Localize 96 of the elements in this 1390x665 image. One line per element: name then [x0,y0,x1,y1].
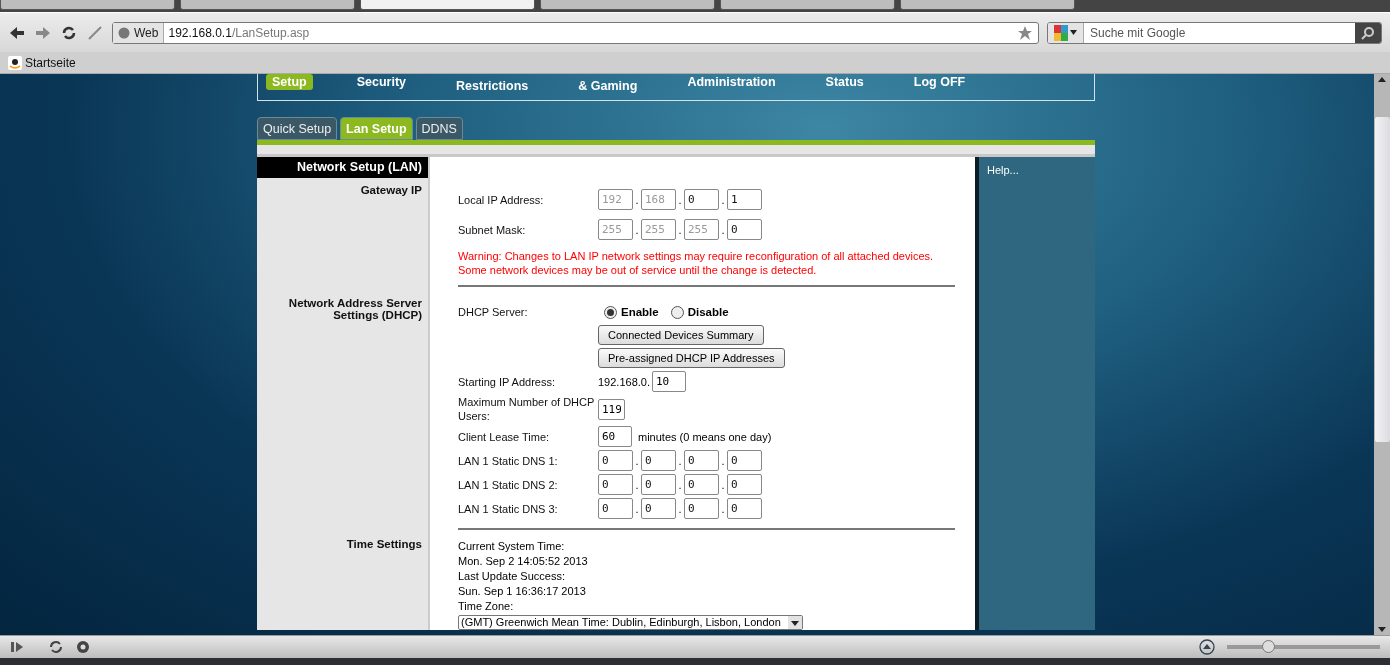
router-nav-item[interactable]: Status [819,74,870,90]
dot-separator: . [677,223,683,236]
field-label: LAN 1 Static DNS 1: [458,453,559,468]
ip-octet-field[interactable]: 0 [727,474,762,495]
dot-separator: . [720,502,726,515]
bookmark-icon [8,55,22,70]
router-nav-item[interactable]: Restrictions [450,78,535,94]
field-label: DHCP Server: [458,305,529,319]
ip-octet-field[interactable]: 0 [727,219,762,240]
section-title: Time Settings [346,538,422,550]
dot-separator: . [720,478,726,491]
search-engine-icon[interactable] [1054,24,1068,41]
speed-dial-icon[interactable] [76,640,90,654]
dot-separator: . [634,454,640,467]
search-icon [1361,25,1375,40]
ip-octet-field[interactable]: 0 [727,498,762,519]
panel-toggle-icon[interactable] [10,641,24,653]
ip-octet-field[interactable]: 0 [641,450,676,471]
ip-octet-field[interactable]: 0 [598,450,633,471]
ip-octet-field[interactable]: 0 [684,498,719,519]
ip-octet-field[interactable]: 0 [641,498,676,519]
scroll-thumb[interactable] [1374,116,1390,442]
search-button[interactable] [1355,22,1381,43]
dot-separator: . [720,223,726,236]
caret-icon [788,616,802,629]
dot-separator: . [634,193,640,206]
sub-tab[interactable]: DDNS [415,117,463,140]
section-title: Network Address Server Settings (DHCP) [288,297,422,321]
ip-octet-field[interactable]: 1 [727,189,762,210]
dot-separator: . [720,454,726,467]
dot-separator: . [634,502,640,515]
field-label: Maximum Number of DHCP Users: [458,395,596,423]
address-field[interactable]: Web 192.168.0.1/LanSetup.asp [112,21,1039,44]
scrollbar-track[interactable] [1374,74,1390,635]
ip-octet-field[interactable]: 0 [684,474,719,495]
caret-icon[interactable] [1070,30,1077,35]
ip-prefix: 192.168.0. [598,375,650,388]
dot-separator: . [634,478,640,491]
dot-separator: . [677,478,683,491]
ip-octet-field[interactable]: 0 [684,189,719,210]
radio-label: Disable [687,306,729,318]
number-field[interactable]: 60 [598,426,632,447]
dot-separator: . [720,193,726,206]
timezone-dropdown[interactable]: (GMT) Greenwich Mean Time: Dublin, Edinburgh, Lisbon, London [458,615,803,630]
warning-text: Warning: Changes to LAN IP network settings may require reconfiguration of all attached devices. Some network devices may be out of service until the change is detected. [458,249,935,277]
search-field[interactable]: Suche mit Google [1047,21,1382,44]
browser-tab[interactable] [0,0,175,10]
scheme-label: Web [134,25,159,40]
radio-button[interactable] [670,305,684,319]
unit-text: minutes (0 means one day) [638,430,772,443]
browser-tab[interactable] [720,0,895,10]
sub-tab[interactable]: Quick Setup [257,117,338,140]
ip-octet-field[interactable]: 0 [598,474,633,495]
ip-octet-field[interactable]: 10 [652,371,686,392]
action-button[interactable]: Pre-assigned DHCP IP Addresses [598,348,785,368]
browser-tab[interactable] [900,0,1075,10]
field-label: Starting IP Address: [458,374,557,389]
url-path: /LanSetup.asp [231,25,311,40]
ip-octet-field[interactable]: 0 [641,474,676,495]
ip-octet-field[interactable]: 0 [684,450,719,471]
page-title: Network Setup (LAN) [257,157,428,178]
time-info-text: Current System Time: [458,539,566,554]
bookmark-link[interactable]: Startseite [8,55,76,70]
browser-tab[interactable] [540,0,715,10]
time-info-text: Sun. Sep 1 16:36:17 2013 [458,584,587,599]
pen-icon[interactable] [86,23,104,42]
help-link[interactable]: Help... [987,164,1019,176]
url-host: 192.168.0.1 [168,25,232,40]
router-nav-item[interactable]: Log OFF [907,74,972,90]
router-nav-item[interactable]: Administration [681,74,782,90]
section-title: Gateway IP [360,184,422,196]
dot-separator: . [634,223,640,236]
eject-icon[interactable] [1199,639,1215,655]
field-label: Client Lease Time: [458,429,551,444]
radio-label: Enable [621,306,659,318]
sync-icon[interactable] [48,640,64,654]
field-label: Local IP Address: [458,192,545,207]
dot-separator: . [677,454,683,467]
field-label: Subnet Mask: [458,222,527,237]
ip-octet-field[interactable]: 0 [598,498,633,519]
field-label: LAN 1 Static DNS 3: [458,501,559,516]
browser-tab[interactable] [180,0,355,10]
dot-separator: . [677,502,683,515]
time-info-text: Last Update Success: [458,569,566,584]
ip-octet-field[interactable]: 0 [727,450,762,471]
time-info-text: Mon. Sep 2 14:05:52 2013 [458,554,589,569]
field-label: LAN 1 Static DNS 2: [458,477,559,492]
radio-button[interactable] [604,305,617,319]
action-button[interactable]: Connected Devices Summary [598,325,764,345]
number-field[interactable]: 119 [598,398,625,420]
browser-tab[interactable] [360,0,535,10]
time-info-text: Time Zone: [458,599,515,614]
star-icon[interactable] [1017,24,1033,41]
dot-separator: . [677,193,683,206]
router-nav-item[interactable]: & Gaming [572,78,644,94]
router-nav-item[interactable]: Security [350,74,413,90]
